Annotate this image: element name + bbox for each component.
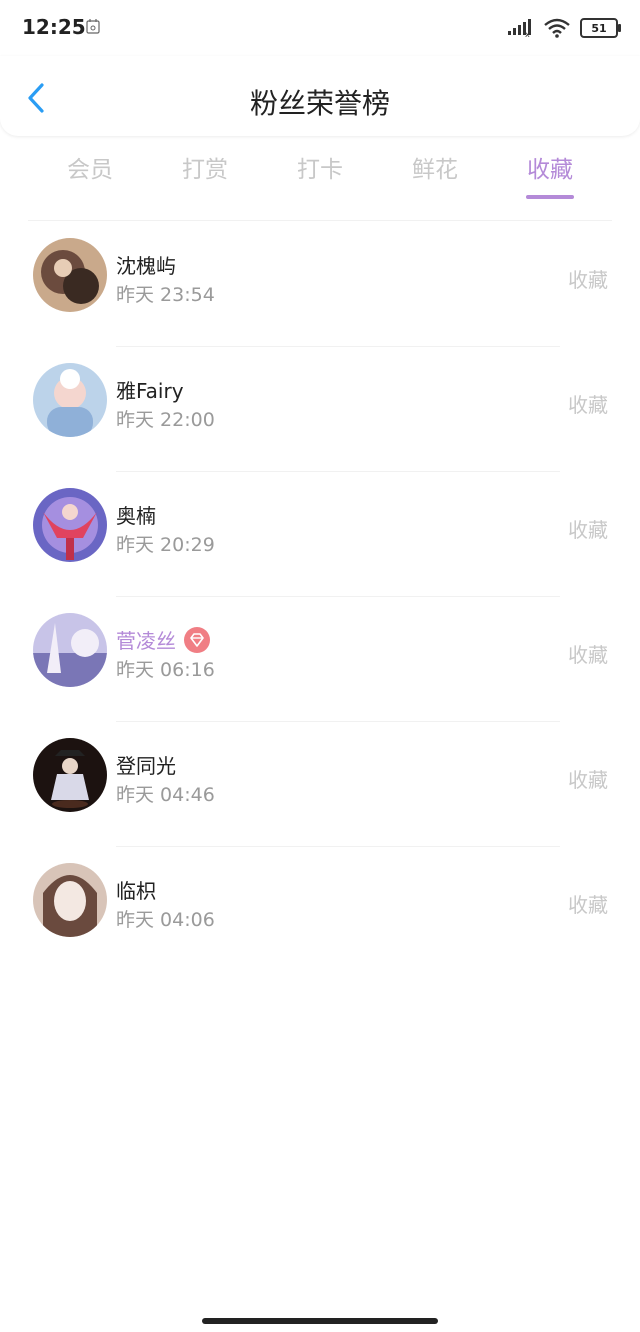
signal-icon: x xyxy=(508,19,531,37)
fan-name: 临枳 xyxy=(116,875,156,904)
list-item[interactable]: 奥楠 昨天 20:29 收藏 xyxy=(0,472,640,597)
fan-name-text: 奥楠 xyxy=(116,504,156,528)
home-indicator[interactable] xyxy=(202,1318,438,1324)
list-item[interactable]: 登同光 昨天 04:46 收藏 xyxy=(0,722,640,847)
fan-name: 沈槐屿 xyxy=(116,250,176,279)
fan-time: 昨天 04:46 xyxy=(116,784,215,806)
diamond-icon xyxy=(184,626,210,653)
favorite-action-label: 收藏 xyxy=(568,268,608,292)
fan-time: 昨天 22:00 xyxy=(116,409,215,431)
list-item[interactable]: 雅Fairy 昨天 22:00 收藏 xyxy=(0,347,640,472)
fan-name-text: 菅凌丝 xyxy=(116,629,176,653)
favorite-action-label: 收藏 xyxy=(568,518,608,542)
fan-time: 昨天 23:54 xyxy=(116,284,215,306)
avatar[interactable] xyxy=(33,613,107,687)
avatar[interactable] xyxy=(33,488,107,562)
favorite-action-label: 收藏 xyxy=(568,643,608,667)
list-item[interactable]: 沈槐屿 昨天 23:54 收藏 xyxy=(0,222,640,347)
favorite-action-label: 收藏 xyxy=(568,893,608,917)
tab-active-indicator xyxy=(526,195,574,199)
fan-name-text: 临枳 xyxy=(116,879,156,903)
fan-name: 奥楠 xyxy=(116,500,156,529)
fan-time: 昨天 06:16 xyxy=(116,659,215,681)
fan-name-text: 登同光 xyxy=(116,754,176,778)
wifi-icon xyxy=(544,18,570,38)
avatar[interactable] xyxy=(33,738,107,812)
fan-time: 昨天 04:06 xyxy=(116,909,215,931)
avatar[interactable] xyxy=(33,363,107,437)
fan-name-text: 沈槐屿 xyxy=(116,254,176,278)
status-bar: 12:25 x 51 xyxy=(0,0,640,56)
tab-checkin[interactable]: 打卡 xyxy=(280,148,360,192)
favorite-action-label: 收藏 xyxy=(568,768,608,792)
fan-name: 登同光 xyxy=(116,750,176,779)
tabs-divider xyxy=(28,220,612,221)
fan-time: 昨天 20:29 xyxy=(116,534,215,556)
list-item[interactable]: 临枳 昨天 04:06 收藏 xyxy=(0,847,640,972)
tab-tip[interactable]: 打赏 xyxy=(165,148,245,192)
tab-favorite[interactable]: 收藏 xyxy=(510,148,590,192)
fan-name: 雅Fairy xyxy=(116,375,184,404)
calendar-icon xyxy=(86,19,100,34)
svg-text:x: x xyxy=(525,30,530,37)
avatar[interactable] xyxy=(33,863,107,937)
tab-flower[interactable]: 鲜花 xyxy=(395,148,475,192)
page-title: 粉丝荣誉榜 xyxy=(249,87,390,120)
tab-member[interactable]: 会员 xyxy=(50,148,130,192)
avatar[interactable] xyxy=(33,238,107,312)
fan-name: 菅凌丝 xyxy=(116,625,210,654)
battery-icon: 51 xyxy=(580,18,621,38)
favorite-action-label: 收藏 xyxy=(568,393,608,417)
status-time: 12:25 xyxy=(22,15,86,39)
list-item[interactable]: 菅凌丝 昨天 06:16 收藏 xyxy=(0,597,640,722)
battery-level: 51 xyxy=(591,21,607,35)
header: 粉丝荣誉榜 xyxy=(0,56,640,136)
fan-name-text: 雅Fairy xyxy=(116,379,184,403)
fan-list: 沈槐屿 昨天 23:54 收藏 雅Fairy 昨天 22:00 收藏 奥楠 昨天… xyxy=(0,222,640,972)
